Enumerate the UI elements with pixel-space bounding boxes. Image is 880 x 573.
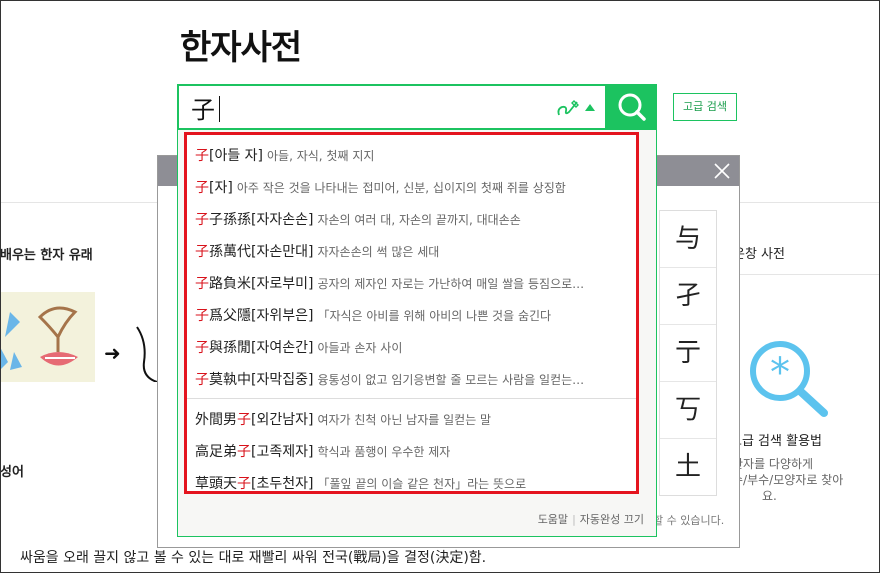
item-reading: [자막집중]: [251, 372, 314, 388]
item-reading: [자]: [209, 180, 233, 196]
item-suffix: 莫執中: [209, 372, 251, 388]
item-reading: [고족제자]: [251, 444, 314, 460]
autocomplete-item[interactable]: 子[자] 아주 작은 것을 나타내는 접미어, 신분, 십이지의 첫째 쥐를 상징…: [195, 177, 635, 197]
candidate-char[interactable]: 孑: [660, 268, 716, 325]
item-reading: [자로부미]: [251, 276, 314, 292]
guide-line: 요.: [762, 489, 777, 503]
item-highlight: 子: [195, 244, 209, 260]
help-link[interactable]: 도움말: [538, 513, 568, 526]
item-prefix: 高足弟: [195, 444, 237, 460]
search-box[interactable]: 子: [177, 84, 607, 130]
candidate-char[interactable]: 与: [660, 211, 716, 268]
item-reading: [자자손손]: [251, 212, 314, 228]
item-suffix: 路負米: [209, 276, 251, 292]
guide-line: 수/부수/모양자로 찾아: [732, 473, 844, 487]
arrow-right-icon: ➜: [104, 341, 121, 365]
item-highlight: 子: [195, 340, 209, 356]
item-suffix: 孫萬代: [209, 244, 251, 260]
autocomplete-off-link[interactable]: 자동완성 끄기: [580, 513, 644, 526]
autocomplete-item[interactable]: 高足弟子[고족제자] 학식과 품행이 우수한 제자: [195, 441, 635, 461]
item-highlight: 子: [195, 276, 209, 292]
autocomplete-item[interactable]: 子[아들 자] 아들, 자식, 첫째 지지: [195, 145, 635, 165]
item-meaning: 공자의 제자인 자로는 가난하여 매일 쌀을 등짐으로…: [317, 277, 585, 291]
item-suffix: 爲父隱: [209, 308, 251, 324]
page-title: 한자사전: [180, 28, 302, 68]
autocomplete-item[interactable]: 草頭天子[초두천자] 「풀잎 끝의 이슬 같은 천자」라는 뜻으로: [195, 473, 635, 492]
item-meaning: 학식과 품행이 우수한 제자: [317, 445, 451, 459]
item-meaning: 융통성이 없고 임기응변할 줄 모르는 사람을 일컫는…: [317, 373, 585, 387]
advanced-guide-title[interactable]: 고급 검색 활용법: [730, 430, 822, 449]
candidate-list: 与 孑 亍 丂 土: [659, 210, 717, 496]
popup-note: 할 수 있습니다.: [653, 514, 725, 527]
item-meaning: 자손의 여러 대, 자손의 끝까지, 대대손손: [317, 213, 521, 227]
item-meaning: 아들, 자식, 첫째 지지: [267, 149, 375, 163]
item-meaning: 「풀잎 끝의 이슬 같은 천자」라는 뜻으로: [317, 477, 527, 491]
autocomplete-item[interactable]: 子子孫孫[자자손손] 자손의 여러 대, 자손의 끝까지, 대대손손: [195, 209, 635, 229]
autocomplete-item[interactable]: 子孫萬代[자손만대] 자자손손의 썩 많은 세대: [195, 241, 635, 261]
item-highlight: 子: [237, 412, 251, 428]
svg-text:*: *: [770, 350, 790, 396]
candidate-char[interactable]: 丂: [660, 382, 716, 439]
item-highlight: 子: [195, 148, 209, 164]
item-highlight: 子: [195, 212, 209, 228]
idiom-description: 싸움을 오래 끌지 않고 볼 수 있는 대로 재빨리 싸워 전국(戰局)을 결정…: [20, 550, 487, 566]
search-button[interactable]: [607, 84, 657, 130]
item-meaning: 여자가 친척 아닌 남자를 일컫는 말: [317, 413, 492, 427]
text-cursor: [219, 96, 220, 122]
advanced-search-button[interactable]: 고급 검색: [673, 93, 737, 121]
item-prefix: 外間男: [195, 412, 237, 428]
item-reading: [자여손간]: [251, 340, 314, 356]
item-prefix: 草頭天: [195, 476, 237, 492]
item-suffix: 子孫孫: [209, 212, 251, 228]
item-reading: [외간남자]: [251, 412, 314, 428]
search-input[interactable]: 子: [191, 90, 215, 125]
item-reading: [아들 자]: [209, 148, 264, 164]
item-highlight: 子: [195, 372, 209, 388]
item-reading: [초두천자]: [251, 476, 314, 492]
magnifier-icon: *: [750, 341, 828, 417]
autocomplete-dropdown: 子[아들 자] 아들, 자식, 첫째 지지 子[자] 아주 작은 것을 나타내는 접…: [177, 129, 657, 537]
autocomplete-item[interactable]: 子路負米[자로부미] 공자의 제자인 자로는 가난하여 매일 쌀을 등짐으로…: [195, 273, 635, 293]
section-title-origin: 배우는 한자 유래: [0, 248, 93, 263]
item-meaning: 아들과 손자 사이: [317, 341, 403, 355]
item-highlight: 子: [195, 180, 209, 196]
side-panel-title: 은창 사전: [733, 247, 785, 262]
autocomplete-item[interactable]: 子與孫閒[자여손간] 아들과 손자 사이: [195, 337, 635, 357]
item-highlight: 子: [195, 308, 209, 324]
origin-illustration[interactable]: [0, 292, 95, 382]
candidate-char[interactable]: 土: [660, 439, 716, 495]
autocomplete-item[interactable]: 外間男子[외간남자] 여자가 친척 아닌 남자를 일컫는 말: [195, 409, 635, 429]
candidate-char[interactable]: 亍: [660, 325, 716, 382]
handwriting-input-icon[interactable]: [555, 97, 581, 119]
advanced-guide-desc: 한자를 다양하게 수/부수/모양자로 찾아 요.: [732, 456, 880, 504]
item-meaning: 아주 작은 것을 나타내는 접미어, 신분, 십이지의 첫째 쥐를 상징함: [236, 181, 566, 195]
autocomplete-footer: 도움말 | 자동완성 끄기: [538, 511, 644, 527]
item-meaning: 「자식은 아비를 위해 아비의 나쁜 것을 숨긴다: [317, 309, 552, 323]
item-highlight: 子: [237, 476, 251, 492]
close-icon[interactable]: [713, 162, 731, 180]
item-suffix: 與孫閒: [209, 340, 251, 356]
item-highlight: 子: [237, 444, 251, 460]
section-title-idiom: 성어: [0, 465, 24, 480]
footer-separator: |: [572, 513, 576, 526]
list-divider: [187, 398, 636, 399]
item-reading: [자손만대]: [251, 244, 314, 260]
item-reading: [자위부은]: [251, 308, 314, 324]
autocomplete-item[interactable]: 子莫執中[자막집중] 융통성이 없고 임기응변할 줄 모르는 사람을 일컫는…: [195, 369, 635, 389]
autocomplete-item[interactable]: 子爲父隱[자위부은] 「자식은 아비를 위해 아비의 나쁜 것을 숨긴다: [195, 305, 635, 325]
guide-line: 한자를 다양하게: [732, 457, 814, 471]
autocomplete-toggle-icon[interactable]: [585, 104, 595, 111]
search-icon: [618, 93, 646, 121]
autocomplete-list: 子[아들 자] 아들, 자식, 첫째 지지 子[자] 아주 작은 것을 나타내는 접…: [184, 132, 639, 494]
divider: [728, 274, 880, 275]
item-meaning: 자자손손의 썩 많은 세대: [317, 245, 440, 259]
